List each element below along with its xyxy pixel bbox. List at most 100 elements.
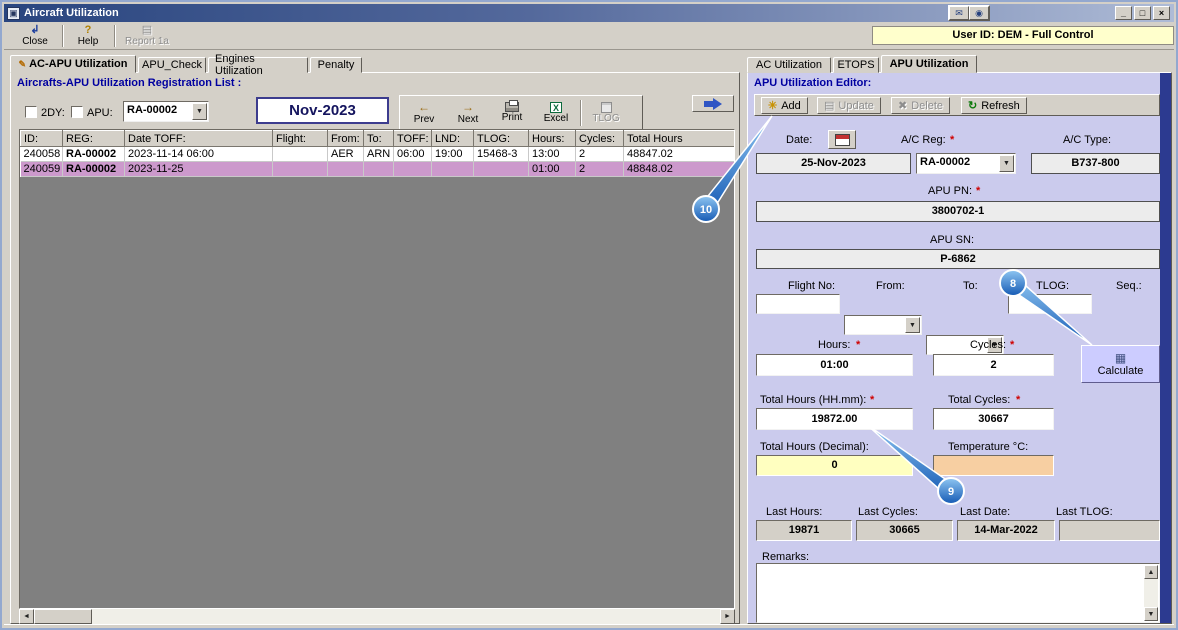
table-row[interactable]: 240058 RA-00002 2023-11-14 06:00 AER ARN… (20, 146, 734, 162)
table-row-selected[interactable]: 240059 RA-00002 2023-11-25 01:00 2 48848… (20, 161, 734, 177)
print-button[interactable]: Print (490, 98, 534, 127)
calculate-button[interactable]: ▦ Calculate (1081, 345, 1160, 383)
app-window: ▣ Aircraft Utilization ✉ ◉ _ □ × ↲ Close… (0, 0, 1178, 630)
temperature-input[interactable] (933, 455, 1054, 476)
dropdown-arrow-icon[interactable]: ▼ (192, 103, 207, 120)
scroll-up-button[interactable]: ▲ (1144, 565, 1158, 579)
required-marker: * (870, 394, 875, 406)
close-button[interactable]: ↲ Close (12, 23, 58, 48)
cell-tlog[interactable]: 15468-3 (473, 146, 529, 162)
calendar-button[interactable] (828, 130, 856, 149)
dropdown-arrow-icon[interactable]: ▼ (999, 155, 1014, 172)
add-label: Add (781, 99, 801, 112)
flight-no-input[interactable] (756, 294, 840, 314)
ac-reg-select[interactable]: RA-00002 ▼ (916, 153, 1016, 174)
cell-date-toff[interactable]: 2023-11-14 06:00 (124, 146, 273, 162)
cell-toff[interactable]: 06:00 (393, 146, 432, 162)
from-select[interactable]: ▼ (844, 315, 922, 335)
column-header[interactable]: LND: (431, 130, 474, 147)
excel-button[interactable]: X Excel (534, 98, 578, 127)
total-hours-decimal-input[interactable]: 0 (756, 455, 913, 476)
hours-input[interactable]: 01:00 (756, 354, 913, 376)
send-report-icon[interactable]: ✉ (949, 6, 969, 20)
next-button[interactable]: → Next (446, 98, 490, 127)
cell-total-hours[interactable]: 48848.02 (623, 161, 734, 177)
tab-ac-utilization[interactable]: AC Utilization (747, 57, 831, 73)
column-header[interactable]: REG: (62, 130, 125, 147)
maximize-button[interactable]: □ (1134, 6, 1151, 20)
column-header[interactable]: ID: (20, 130, 63, 147)
cell-hours[interactable]: 13:00 (528, 146, 576, 162)
minimize-button[interactable]: _ (1115, 6, 1132, 20)
column-header[interactable]: TLOG: (473, 130, 529, 147)
delete-label: Delete (911, 99, 944, 112)
column-header[interactable]: Flight: (272, 130, 328, 147)
column-header[interactable]: TOFF: (393, 130, 432, 147)
remarks-textarea[interactable]: ▲ ▼ (756, 563, 1160, 623)
scroll-down-button[interactable]: ▼ (1144, 607, 1158, 621)
cell-to[interactable]: ARN (363, 146, 394, 162)
update-button[interactable]: ▤ Update (817, 97, 881, 114)
total-hours-input[interactable]: 19872.00 (756, 408, 913, 430)
total-cycles-input[interactable]: 30667 (933, 408, 1054, 430)
tab-apu-check[interactable]: APU_Check (138, 57, 206, 73)
column-header[interactable]: Cycles: (575, 130, 624, 147)
hours-label: Hours: (818, 339, 851, 351)
delete-button[interactable]: ✖ Delete (891, 97, 951, 114)
refresh-button[interactable]: ↻ Refresh (961, 97, 1027, 114)
cycles-input[interactable]: 2 (933, 354, 1054, 376)
cell-lnd[interactable] (431, 161, 474, 177)
report-button[interactable]: ▤ Report 1a (118, 23, 176, 48)
scrollbar-track[interactable] (1144, 579, 1158, 607)
cell-reg[interactable]: RA-00002 (62, 161, 125, 177)
cell-to[interactable] (363, 161, 394, 177)
column-header[interactable]: Total Hours (623, 130, 734, 147)
cell-tlog[interactable] (473, 161, 529, 177)
last-tlog-value (1059, 520, 1160, 541)
app-icon: ▣ (7, 6, 20, 20)
cell-flight[interactable] (272, 146, 328, 162)
tab-label: APU Utilization (889, 58, 969, 70)
cell-cycles[interactable]: 2 (575, 146, 624, 162)
column-header[interactable]: To: (363, 130, 394, 147)
aircraft-reg-select[interactable]: RA-00002 ▼ (123, 101, 209, 122)
prev-button[interactable]: ← Prev (402, 98, 446, 127)
required-marker: * (976, 185, 981, 197)
cell-toff[interactable] (393, 161, 432, 177)
cell-cycles[interactable]: 2 (575, 161, 624, 177)
column-header[interactable]: From: (327, 130, 364, 147)
cell-id[interactable]: 240058 (20, 146, 63, 162)
help-button[interactable]: ? Help (66, 23, 110, 48)
add-button[interactable]: ✳ Add (761, 97, 808, 114)
cell-flight[interactable] (272, 161, 328, 177)
tab-etops[interactable]: ETOPS (833, 57, 879, 73)
cell-hours[interactable]: 01:00 (528, 161, 576, 177)
tab-apu-utilization[interactable]: APU Utilization (881, 55, 977, 73)
tlog-input[interactable] (1008, 294, 1092, 314)
cell-total-hours[interactable]: 48847.02 (623, 146, 734, 162)
go-button[interactable] (692, 95, 734, 112)
dropdown-arrow-icon[interactable]: ▼ (905, 317, 920, 333)
scroll-right-button[interactable]: ► (720, 609, 735, 624)
monitor-icon[interactable]: ◉ (969, 6, 989, 20)
cell-reg[interactable]: RA-00002 (62, 146, 125, 162)
column-header[interactable]: Hours: (528, 130, 576, 147)
apu-checkbox[interactable] (71, 106, 83, 118)
column-header[interactable]: Date TOFF: (124, 130, 273, 147)
tab-penalty[interactable]: Penalty (310, 57, 362, 73)
scrollbar-track[interactable] (34, 609, 720, 624)
close-window-button[interactable]: × (1153, 6, 1170, 20)
cell-date-toff[interactable]: 2023-11-25 (124, 161, 273, 177)
scrollbar-thumb[interactable] (34, 609, 92, 624)
2dy-checkbox[interactable] (25, 106, 37, 118)
cell-lnd[interactable]: 19:00 (431, 146, 474, 162)
horizontal-scrollbar[interactable]: ◄ ► (19, 609, 735, 624)
scroll-left-button[interactable]: ◄ (19, 609, 34, 624)
cell-from[interactable]: AER (327, 146, 364, 162)
tlog-button[interactable]: TLOG (584, 98, 628, 127)
close-label: Close (22, 36, 48, 47)
cell-id[interactable]: 240059 (20, 161, 63, 177)
cell-from[interactable] (327, 161, 364, 177)
tab-engines-utilization[interactable]: Engines Utilization (208, 53, 308, 77)
tab-ac-apu-utilization[interactable]: ✎ AC-APU Utilization (10, 55, 136, 73)
